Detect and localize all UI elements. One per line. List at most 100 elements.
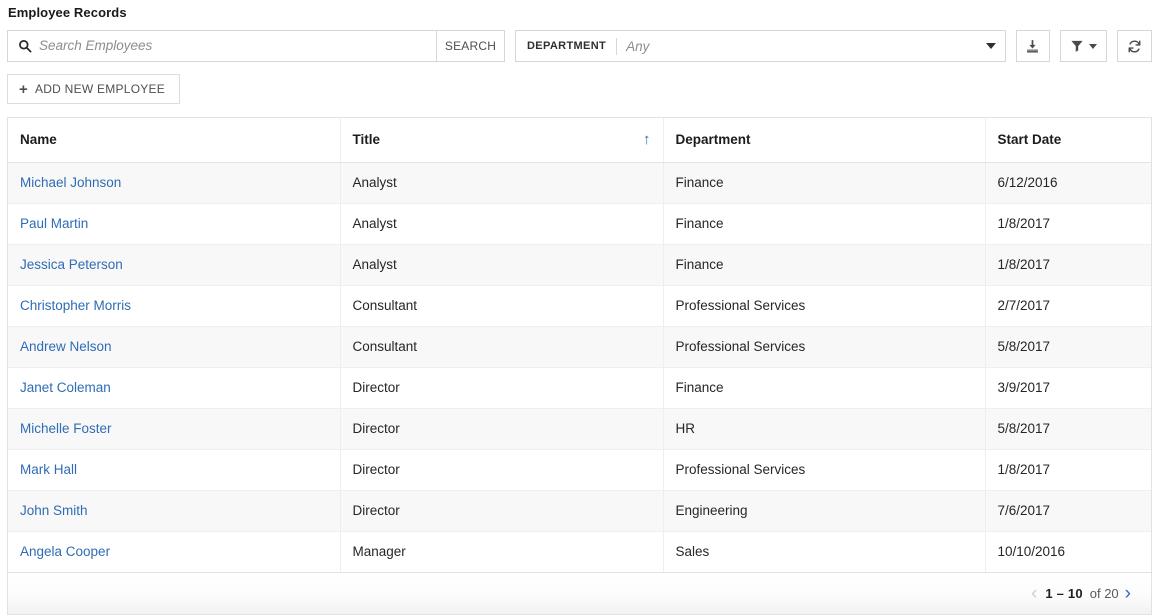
refresh-icon xyxy=(1128,40,1141,52)
column-header-label: Title xyxy=(352,132,381,148)
employee-table: Name Title ↑ Department Start Date Micha… xyxy=(7,117,1152,615)
search-icon xyxy=(19,40,32,53)
employee-name-link[interactable]: Mark Hall xyxy=(20,462,77,477)
cell-name: Andrew Nelson xyxy=(8,326,341,368)
cell-start-date: 1/8/2017 xyxy=(985,449,1151,491)
cell-title: Analyst xyxy=(340,203,664,245)
table-row: Jessica Peterson Analyst Finance 1/8/201… xyxy=(8,244,1151,286)
divider xyxy=(616,37,618,55)
search-input[interactable] xyxy=(39,36,428,56)
cell-department: Professional Services xyxy=(663,285,986,327)
table-row: Michelle Foster Director HR 5/8/2017 xyxy=(8,408,1151,450)
table-row: Paul Martin Analyst Finance 1/8/2017 xyxy=(8,203,1151,245)
cell-title: Manager xyxy=(340,531,664,572)
table-row: Mark Hall Director Professional Services… xyxy=(8,449,1151,491)
cell-department: Professional Services xyxy=(663,449,986,491)
refresh-button[interactable] xyxy=(1117,30,1152,62)
cell-name: John Smith xyxy=(8,490,341,532)
filter-icon xyxy=(1071,40,1083,52)
cell-name: Paul Martin xyxy=(8,203,341,245)
cell-title: Consultant xyxy=(340,285,664,327)
pagination-total: of 20 xyxy=(1089,586,1119,601)
download-button[interactable] xyxy=(1015,30,1051,62)
search-box[interactable] xyxy=(7,30,437,62)
cell-title: Analyst xyxy=(340,162,664,204)
cell-name: Mark Hall xyxy=(8,449,341,491)
cell-name: Christopher Morris xyxy=(8,285,341,327)
cell-start-date: 1/8/2017 xyxy=(985,244,1151,286)
next-page-button[interactable]: › xyxy=(1119,584,1137,603)
table-row: Christopher Morris Consultant Profession… xyxy=(8,285,1151,327)
cell-department: HR xyxy=(663,408,986,450)
column-header-label: Start Date xyxy=(997,132,1062,148)
cell-title: Director xyxy=(340,408,664,450)
department-filter-value: Any xyxy=(626,38,650,54)
table-header-row: Name Title ↑ Department Start Date xyxy=(8,118,1151,163)
add-new-employee-button[interactable]: + ADD NEW EMPLOYEE xyxy=(7,74,181,104)
employee-name-link[interactable]: Andrew Nelson xyxy=(20,339,112,354)
employee-name-link[interactable]: Michelle Foster xyxy=(20,421,112,436)
column-header-name[interactable]: Name xyxy=(8,118,341,163)
cell-title: Director xyxy=(340,367,664,409)
cell-start-date: 3/9/2017 xyxy=(985,367,1151,409)
add-new-employee-label: ADD NEW EMPLOYEE xyxy=(35,82,166,96)
plus-icon: + xyxy=(19,80,29,98)
table-row: Janet Coleman Director Finance 3/9/2017 xyxy=(8,367,1151,409)
employee-name-link[interactable]: Angela Cooper xyxy=(20,544,110,559)
previous-page-button[interactable]: ‹ xyxy=(1025,584,1043,603)
department-filter-label: DEPARTMENT xyxy=(527,40,607,52)
column-header-label: Name xyxy=(20,132,57,148)
employee-records-page: Employee Records SEARCH DEPARTMENT Any xyxy=(0,0,1159,615)
cell-title: Consultant xyxy=(340,326,664,368)
cell-name: Michelle Foster xyxy=(8,408,341,450)
chevron-down-icon xyxy=(1089,43,1098,49)
cell-department: Finance xyxy=(663,367,986,409)
cell-start-date: 2/7/2017 xyxy=(985,285,1151,327)
pagination-range: 1 – 10 xyxy=(1045,586,1083,601)
table-footer: ‹ 1 – 10 of 20 › xyxy=(8,572,1151,614)
cell-department: Finance xyxy=(663,244,986,286)
pagination: ‹ 1 – 10 of 20 › xyxy=(1025,584,1137,603)
column-header-title[interactable]: Title ↑ xyxy=(340,118,664,163)
cell-name: Michael Johnson xyxy=(8,162,341,204)
table-row: Andrew Nelson Consultant Professional Se… xyxy=(8,326,1151,368)
cell-start-date: 5/8/2017 xyxy=(985,408,1151,450)
table-row: Angela Cooper Manager Sales 10/10/2016 xyxy=(8,531,1151,572)
filter-button[interactable] xyxy=(1060,30,1108,62)
cell-start-date: 5/8/2017 xyxy=(985,326,1151,368)
cell-title: Director xyxy=(340,449,664,491)
cell-department: Sales xyxy=(663,531,986,572)
search-button[interactable]: SEARCH xyxy=(437,30,505,62)
cell-department: Professional Services xyxy=(663,326,986,368)
column-header-label: Department xyxy=(675,132,751,148)
employee-name-link[interactable]: Paul Martin xyxy=(20,216,88,231)
cell-start-date: 6/12/2016 xyxy=(985,162,1151,204)
search-group: SEARCH xyxy=(7,30,505,62)
cell-department: Engineering xyxy=(663,490,986,532)
cell-start-date: 10/10/2016 xyxy=(985,531,1151,572)
employee-name-link[interactable]: Christopher Morris xyxy=(20,298,131,313)
column-header-start-date[interactable]: Start Date xyxy=(985,118,1151,163)
column-header-department[interactable]: Department xyxy=(663,118,986,163)
cell-name: Jessica Peterson xyxy=(8,244,341,286)
chevron-down-icon xyxy=(985,43,996,49)
cell-name: Angela Cooper xyxy=(8,531,341,572)
cell-department: Finance xyxy=(663,203,986,245)
cell-department: Finance xyxy=(663,162,986,204)
table-row: John Smith Director Engineering 7/6/2017 xyxy=(8,490,1151,532)
employee-name-link[interactable]: Janet Coleman xyxy=(20,380,111,395)
cell-start-date: 7/6/2017 xyxy=(985,490,1151,532)
employee-name-link[interactable]: Michael Johnson xyxy=(20,175,121,190)
table-body: Michael Johnson Analyst Finance 6/12/201… xyxy=(8,162,1151,572)
cell-name: Janet Coleman xyxy=(8,367,341,409)
cell-title: Analyst xyxy=(340,244,664,286)
employee-name-link[interactable]: John Smith xyxy=(20,503,88,518)
page-title: Employee Records xyxy=(8,5,127,20)
download-icon xyxy=(1027,39,1039,52)
employee-name-link[interactable]: Jessica Peterson xyxy=(20,257,123,272)
table-row: Michael Johnson Analyst Finance 6/12/201… xyxy=(8,162,1151,204)
department-filter-select[interactable]: DEPARTMENT Any xyxy=(515,30,1006,62)
cell-title: Director xyxy=(340,490,664,532)
cell-start-date: 1/8/2017 xyxy=(985,203,1151,245)
sort-ascending-icon: ↑ xyxy=(643,131,651,149)
